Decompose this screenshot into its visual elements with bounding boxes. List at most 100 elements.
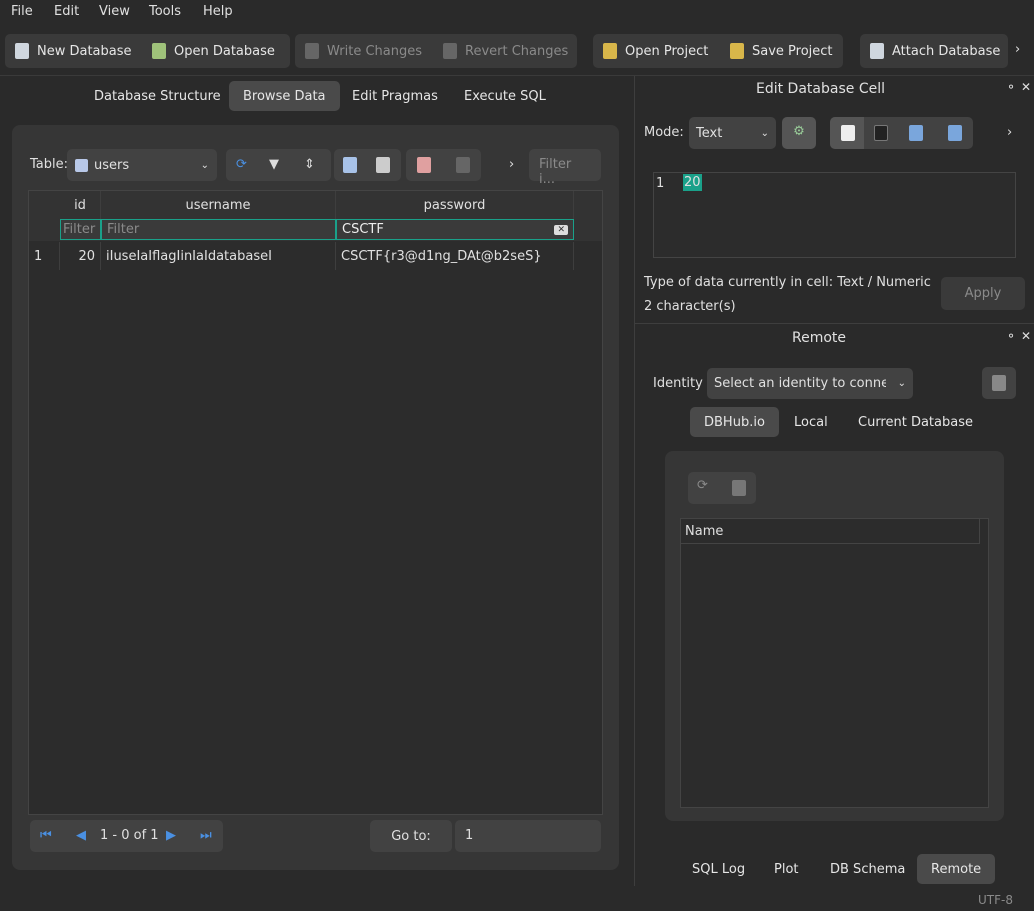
attach-database-button[interactable]: Attach Database — [860, 35, 1010, 67]
column-header-password[interactable]: password — [336, 191, 574, 219]
menu-file[interactable]: File — [11, 4, 33, 19]
export-icon[interactable] — [948, 125, 962, 141]
float-icon[interactable]: ⚬ — [1006, 329, 1016, 343]
identity-settings-button[interactable] — [982, 367, 1016, 399]
refresh-icon[interactable]: ⟳ — [236, 157, 247, 172]
revert-changes-button[interactable]: Revert Changes — [433, 35, 578, 67]
new-database-button[interactable]: New Database — [5, 35, 142, 67]
cell-actions-group — [830, 117, 973, 149]
divider — [635, 323, 1034, 324]
clone-database-icon[interactable] — [732, 480, 746, 496]
menu-edit[interactable]: Edit — [54, 4, 79, 19]
goto-label: Go to: — [370, 820, 452, 852]
tab-sql-log[interactable]: SQL Log — [678, 854, 759, 884]
apply-button[interactable]: Apply — [941, 277, 1025, 310]
toolbar-group-export — [334, 149, 401, 181]
toolbar-group-records — [406, 149, 481, 181]
refresh-icon[interactable]: ⟳ — [697, 478, 708, 493]
tab-plot[interactable]: Plot — [760, 854, 813, 884]
save-table-icon[interactable] — [343, 157, 357, 173]
cell-type-info: Type of data currently in cell: Text / N… — [644, 275, 931, 290]
encoding-status: UTF-8 — [978, 893, 1013, 907]
overflow-chevron-icon[interactable]: › — [1007, 125, 1012, 140]
cell-editor-text: 20 — [683, 174, 702, 191]
open-project-icon — [603, 43, 617, 59]
clear-sort-icon[interactable]: ⇕ — [304, 157, 315, 172]
pager-status: 1 - 0 of 1 — [100, 828, 159, 843]
close-icon[interactable]: ✕ — [1021, 329, 1031, 343]
cell-id[interactable]: 20 — [60, 242, 101, 270]
save-project-button[interactable]: Save Project — [720, 35, 843, 67]
delete-record-icon[interactable] — [456, 157, 470, 173]
last-page-icon[interactable]: ⏭ — [200, 828, 212, 843]
clear-text-icon[interactable]: ✕ — [554, 224, 568, 235]
goto-input[interactable]: 1 — [455, 820, 601, 852]
data-grid — [28, 190, 603, 815]
tab-execute-sql[interactable]: Execute SQL — [450, 81, 560, 111]
cell-char-count: 2 character(s) — [644, 299, 736, 314]
filter-username-input[interactable]: Filter — [101, 219, 336, 240]
new-database-icon — [15, 43, 29, 59]
table-icon — [75, 158, 88, 172]
row-number[interactable]: 1 — [29, 242, 60, 270]
write-changes-icon — [305, 43, 319, 59]
open-project-button[interactable]: Open Project — [593, 35, 718, 67]
tab-current-database[interactable]: Current Database — [844, 407, 987, 437]
remote-toolbar: ⟳ — [688, 472, 756, 504]
previous-page-icon[interactable]: ◀ — [76, 828, 86, 843]
tab-local[interactable]: Local — [780, 407, 842, 437]
toolbar-group-filter: ⟳ ▼ ⇕ — [226, 149, 331, 181]
indent-icon[interactable] — [874, 125, 888, 141]
attach-database-icon — [870, 43, 884, 59]
remote-title: Remote — [792, 330, 847, 346]
import-icon[interactable] — [909, 125, 923, 141]
menu-help[interactable]: Help — [203, 4, 233, 19]
column-header-username[interactable]: username — [101, 191, 336, 219]
column-header-id[interactable]: id — [60, 191, 101, 219]
edit-cell-title: Edit Database Cell — [756, 81, 885, 97]
cell-password[interactable]: CSCTF{r3@d1ng_DAt@b2seS} — [336, 242, 574, 270]
mode-select[interactable]: Text ⌄ — [689, 117, 776, 149]
first-page-icon[interactable]: ⏮ — [40, 828, 52, 843]
cell-editor[interactable]: 1 20 — [653, 172, 1016, 258]
remote-list: Name — [680, 518, 989, 808]
global-filter-input[interactable]: Filter i... — [529, 149, 601, 187]
mode-label: Mode: — [644, 125, 684, 140]
tab-database-structure[interactable]: Database Structure — [80, 81, 235, 111]
dock-divider — [634, 76, 635, 886]
tab-edit-pragmas[interactable]: Edit Pragmas — [338, 81, 452, 111]
menu-tools[interactable]: Tools — [149, 4, 181, 19]
toolbar-overflow-chevron-icon[interactable]: › — [1015, 42, 1020, 57]
tab-remote[interactable]: Remote — [917, 854, 996, 884]
divider — [0, 75, 1034, 76]
identity-select[interactable]: Select an identity to connect ⌄ — [707, 368, 913, 399]
next-page-icon[interactable]: ▶ — [166, 828, 176, 843]
table-select[interactable]: users ⌄ — [67, 149, 217, 181]
float-icon[interactable]: ⚬ — [1006, 80, 1016, 94]
line-number: 1 — [656, 176, 665, 191]
auto-format-button[interactable]: ⚙ — [782, 117, 816, 149]
save-project-icon — [730, 43, 744, 59]
overflow-chevron-icon[interactable]: › — [509, 157, 514, 172]
print-icon[interactable] — [376, 157, 390, 173]
chevron-down-icon: ⌄ — [760, 127, 769, 139]
tab-db-schema[interactable]: DB Schema — [816, 854, 919, 884]
close-icon[interactable]: ✕ — [1021, 80, 1031, 94]
clear-filters-icon[interactable]: ▼ — [269, 157, 279, 172]
menu-view[interactable]: View — [99, 4, 130, 19]
chevron-down-icon: ⌄ — [897, 378, 906, 389]
table-label: Table: — [30, 157, 68, 172]
filter-id-input[interactable]: Filter — [60, 219, 101, 240]
cell-username[interactable]: iIuseIaIflagIinIaIdatabaseI — [101, 242, 336, 270]
identity-label: Identity — [653, 376, 703, 391]
column-header-name[interactable]: Name — [681, 519, 980, 544]
gear-icon: ⚙ — [793, 124, 805, 139]
open-database-button[interactable]: Open Database — [142, 35, 285, 67]
write-changes-button[interactable]: Write Changes — [295, 35, 432, 67]
tab-dbhub[interactable]: DBHub.io — [690, 407, 779, 437]
filter-password-input[interactable]: CSCTF ✕ — [336, 219, 574, 240]
word-wrap-icon[interactable] — [841, 125, 855, 141]
chevron-down-icon: ⌄ — [200, 159, 209, 171]
tab-browse-data[interactable]: Browse Data — [229, 81, 340, 111]
insert-record-icon[interactable] — [417, 157, 431, 173]
